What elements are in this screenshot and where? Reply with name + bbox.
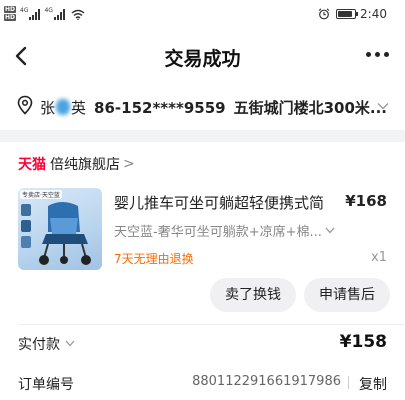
tmall-badge: 天猫 bbox=[18, 157, 46, 173]
status-right: 2:40 bbox=[318, 7, 387, 21]
recipient-name-last: 英 bbox=[71, 99, 87, 117]
more-icon[interactable] bbox=[362, 52, 389, 57]
hd-badge: HD bbox=[4, 14, 17, 21]
product-image[interactable]: 专卖店·天空蓝 bbox=[18, 188, 102, 270]
order-number-label: 订单编号 bbox=[18, 377, 74, 393]
recipient-name: 张英 bbox=[40, 99, 86, 117]
payment-amount: ¥158 bbox=[339, 332, 387, 352]
recipient-name-first: 张 bbox=[40, 99, 56, 117]
address-text: 张英 86-152****9559 五街城门楼北300米... bbox=[40, 97, 387, 118]
location-pin-icon bbox=[17, 95, 33, 115]
shop-row[interactable]: 天猫 倍纯旗舰店 > bbox=[18, 154, 135, 174]
product-price: ¥168 bbox=[345, 192, 387, 210]
order-number-value: 880112291661917986 bbox=[192, 374, 341, 389]
alarm-icon bbox=[318, 8, 330, 20]
divider bbox=[18, 324, 405, 325]
product-sku[interactable]: 天空蓝-奢华可坐可躺款+凉席+棉... bbox=[114, 221, 335, 240]
order-card: 天猫 倍纯旗舰店 > 专卖店·天空蓝 婴儿推车可坐可躺超轻便携式简 ¥168 天… bbox=[0, 142, 405, 400]
signal-icon bbox=[29, 8, 41, 20]
order-number-row: 订单编号 880112291661917986 复制 bbox=[18, 374, 387, 394]
product-quantity: x1 bbox=[371, 250, 387, 265]
shop-name: 倍纯旗舰店 bbox=[50, 157, 120, 173]
battery-icon bbox=[336, 9, 359, 19]
name-redaction bbox=[56, 99, 71, 115]
hd-indicators: HD HD bbox=[4, 6, 17, 22]
copy-button[interactable]: 复制 bbox=[359, 374, 387, 394]
sku-text: 天空蓝-奢华可坐可躺款+凉席+棉... bbox=[114, 225, 322, 240]
payment-label[interactable]: 实付款 bbox=[18, 334, 75, 354]
stroller-illustration bbox=[21, 202, 91, 265]
title-bar: 交易成功 bbox=[0, 30, 405, 82]
payment-row: 实付款 ¥158 bbox=[18, 332, 387, 356]
chevron-right-icon: > bbox=[123, 156, 135, 172]
recipient-phone: 86-152****9559 bbox=[94, 99, 226, 117]
network-type: 4G bbox=[20, 6, 29, 14]
return-policy-badge: 7天无理由退换 bbox=[114, 252, 194, 266]
aftersale-button[interactable]: 申请售后 bbox=[304, 278, 390, 312]
wifi-icon bbox=[71, 9, 85, 20]
status-bar: HD HD 4G 4G 2:40 bbox=[0, 0, 405, 30]
clock: 2:40 bbox=[360, 7, 387, 21]
address-row[interactable]: 张英 86-152****9559 五街城门楼北300米... bbox=[0, 82, 405, 130]
product-title[interactable]: 婴儿推车可坐可躺超轻便携式简 bbox=[114, 192, 324, 213]
address-detail: 五街城门楼北300米... bbox=[233, 99, 387, 117]
product-image-tag: 专卖店·天空蓝 bbox=[20, 190, 62, 199]
network-type: 4G bbox=[44, 6, 53, 14]
chevron-down-icon bbox=[65, 340, 75, 347]
hd-badge: HD bbox=[4, 6, 17, 13]
sell-button[interactable]: 卖了换钱 bbox=[210, 278, 296, 312]
status-left: HD HD 4G 4G bbox=[4, 6, 85, 22]
chevron-down-icon[interactable] bbox=[377, 102, 389, 110]
payment-label-text: 实付款 bbox=[18, 337, 60, 353]
page-title: 交易成功 bbox=[164, 48, 241, 70]
signal-icon bbox=[53, 8, 66, 20]
divider bbox=[348, 376, 349, 389]
chevron-down-icon bbox=[325, 227, 335, 234]
